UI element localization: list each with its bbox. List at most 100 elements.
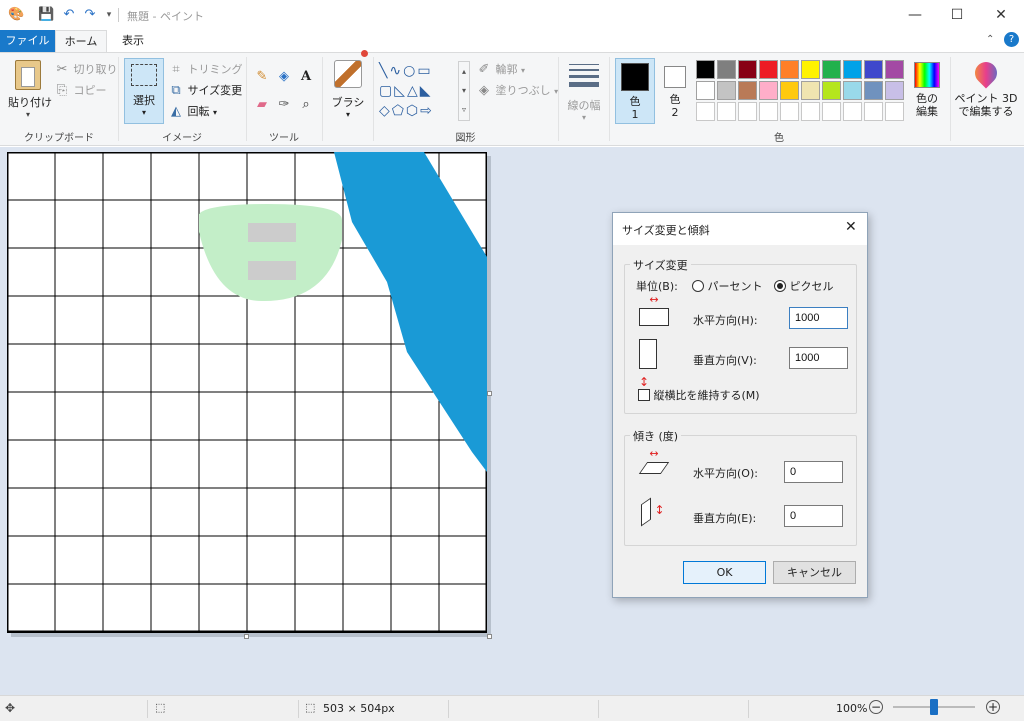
outline-button[interactable]: ✐ 輪郭 ▾ — [476, 61, 525, 78]
resize-label: サイズ変更 — [187, 84, 243, 97]
skew-h-input[interactable] — [784, 461, 843, 483]
maximize-button[interactable]: ☐ — [934, 0, 980, 30]
horizontal-skew-icon: ↔ — [638, 448, 670, 479]
undo-icon[interactable]: ↶ — [61, 7, 77, 23]
palette-swatch[interactable] — [864, 81, 883, 100]
ribbon: 貼り付け ▾ ✂ 切り取り ⎘ コピー クリップボード 選択 ▾ ⌗ トリミング… — [0, 50, 1024, 146]
palette-swatch[interactable] — [801, 60, 820, 79]
cancel-button[interactable]: キャンセル — [773, 561, 856, 584]
palette-swatch[interactable] — [696, 60, 715, 79]
palette-swatch[interactable] — [801, 81, 820, 100]
zoom-out-button[interactable]: − — [869, 700, 883, 714]
palette-swatch[interactable] — [759, 102, 778, 121]
line-width-button[interactable]: 線の幅 ▾ — [564, 58, 604, 124]
dialog-close-button[interactable]: ✕ — [845, 219, 857, 235]
paste-dropdown-icon: ▾ — [25, 110, 30, 119]
dialog-title-bar: サイズ変更と傾斜 ✕ — [613, 213, 867, 245]
fill-bucket-icon[interactable]: ◈ — [276, 69, 292, 85]
ok-button[interactable]: OK — [683, 561, 766, 584]
tab-view[interactable]: 表示 — [110, 30, 156, 52]
resize-button[interactable]: ⧉ サイズ変更 — [168, 82, 242, 99]
palette-swatch[interactable] — [738, 81, 757, 100]
palette-swatch[interactable] — [885, 60, 904, 79]
eraser-icon[interactable]: ▰ — [254, 97, 270, 113]
aspect-ratio-checkbox[interactable]: 縦横比を維持する(M) — [638, 387, 760, 403]
palette-swatch[interactable] — [822, 102, 841, 121]
paste-button[interactable]: 貼り付け ▾ — [8, 58, 52, 126]
paint-app-icon[interactable]: 🎨 — [8, 7, 24, 23]
palette-swatch[interactable] — [864, 60, 883, 79]
palette-swatch[interactable] — [759, 81, 778, 100]
gray-rect-bottom — [248, 261, 296, 280]
title-bar: 🎨 💾 ↶ ↷ ▾ 無題 - ペイント — ☐ ✕ — [0, 0, 1024, 30]
color-picker-icon[interactable]: ✑ — [276, 97, 292, 113]
unit-pixel-radio[interactable]: ピクセル — [774, 278, 834, 294]
horizontal-resize-icon: ↔ — [639, 294, 669, 327]
redo-icon[interactable]: ↷ — [82, 7, 98, 23]
status-divider — [147, 700, 148, 718]
resize-handle-bottom[interactable] — [244, 634, 249, 639]
palette-swatch[interactable] — [843, 81, 862, 100]
paint3d-label-1: ペイント 3D — [954, 92, 1018, 105]
tab-home[interactable]: ホーム — [55, 30, 107, 53]
rotate-button[interactable]: ◭ 回転 ▾ — [168, 103, 217, 120]
cut-button[interactable]: ✂ 切り取り — [54, 61, 118, 78]
skew-v-input[interactable] — [784, 505, 843, 527]
paint3d-button[interactable]: ペイント 3D で編集する — [954, 57, 1018, 126]
collapse-ribbon-icon[interactable]: ⌃ — [986, 34, 994, 45]
palette-swatch[interactable] — [717, 102, 736, 121]
palette-swatch[interactable] — [864, 102, 883, 121]
edit-colors-button[interactable]: 色の 編集 — [910, 58, 944, 126]
tab-file[interactable]: ファイル — [0, 30, 55, 52]
save-icon[interactable]: 💾 — [38, 7, 54, 23]
unit-label: 単位(B): — [636, 280, 678, 293]
palette-swatch[interactable] — [759, 60, 778, 79]
brushes-button[interactable]: ブラシ ▾ — [328, 58, 368, 126]
colors-group-label: 色 — [774, 133, 784, 144]
color1-button[interactable]: 色 1 — [615, 58, 655, 124]
zoom-slider-thumb[interactable] — [930, 699, 938, 715]
unit-pixel-label: ピクセル — [789, 280, 834, 293]
palette-swatch[interactable] — [780, 81, 799, 100]
resize-handle-right[interactable] — [487, 391, 492, 396]
palette-swatch[interactable] — [843, 60, 862, 79]
palette-swatch[interactable] — [822, 60, 841, 79]
palette-swatch[interactable] — [885, 102, 904, 121]
unit-percent-radio[interactable]: パーセント — [692, 278, 763, 294]
palette-swatch[interactable] — [885, 81, 904, 100]
select-button[interactable]: 選択 ▾ — [124, 58, 164, 124]
help-icon[interactable]: ? — [1004, 32, 1019, 47]
pencil-icon[interactable]: ✎ — [254, 69, 270, 85]
palette-swatch[interactable] — [696, 102, 715, 121]
shapes-row: ▢◺△◣ — [379, 83, 433, 99]
copy-button[interactable]: ⎘ コピー — [54, 82, 107, 99]
drawing-canvas[interactable] — [7, 152, 487, 633]
minimize-button[interactable]: — — [892, 0, 938, 30]
palette-swatch[interactable] — [822, 81, 841, 100]
clipboard-icon — [15, 60, 41, 90]
crop-button[interactable]: ⌗ トリミング — [168, 61, 242, 78]
image-size-icon: ⬚ — [305, 701, 316, 714]
quick-access-dropdown-icon[interactable]: ▾ — [101, 7, 117, 23]
horizontal-input[interactable] — [789, 307, 848, 329]
palette-swatch[interactable] — [843, 102, 862, 121]
resize-handle-corner[interactable] — [487, 634, 492, 639]
palette-swatch[interactable] — [717, 60, 736, 79]
zoom-in-button[interactable]: + — [986, 700, 1000, 714]
fill-button[interactable]: ◈ 塗りつぶし ▾ — [476, 82, 558, 99]
palette-swatch[interactable] — [780, 102, 799, 121]
palette-swatch[interactable] — [801, 102, 820, 121]
vertical-input[interactable] — [789, 347, 848, 369]
color2-button[interactable]: 色 2 — [660, 58, 690, 124]
shapes-scroll[interactable]: ▴ ▾ ▿ — [458, 61, 470, 121]
magnifier-icon[interactable]: ⌕ — [298, 97, 314, 113]
palette-swatch[interactable] — [717, 81, 736, 100]
text-icon[interactable]: A — [298, 69, 314, 85]
close-button[interactable]: ✕ — [978, 0, 1024, 30]
palette-swatch[interactable] — [738, 60, 757, 79]
palette-swatch[interactable] — [738, 102, 757, 121]
select-dropdown-icon: ▾ — [141, 108, 146, 117]
palette-swatch[interactable] — [696, 81, 715, 100]
shapes-gallery[interactable]: ╲∿○▭ ▢◺△◣ ◇⬠⬡⇨ — [379, 61, 469, 121]
palette-swatch[interactable] — [780, 60, 799, 79]
